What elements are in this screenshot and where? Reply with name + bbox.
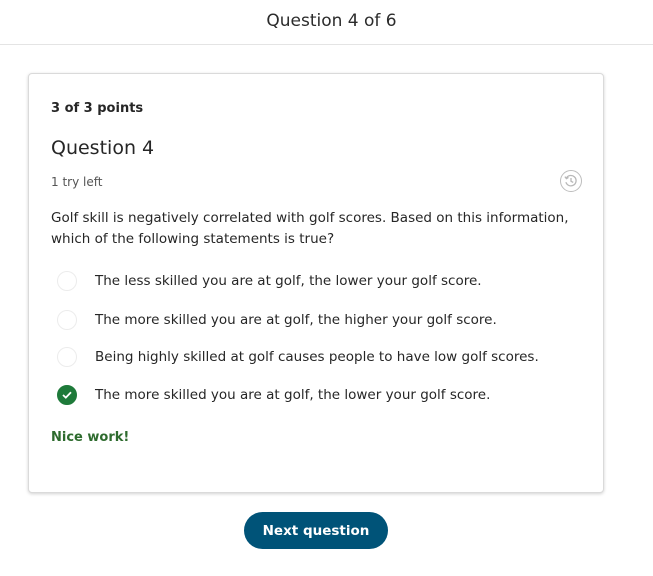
answer-option-4[interactable]: The more skilled you are at golf, the lo… — [57, 384, 567, 406]
answer-option-label: The more skilled you are at golf, the lo… — [95, 387, 491, 403]
question-progress-title: Question 4 of 6 — [266, 11, 397, 31]
question-card: 3 of 3 points Question 4 1 try left Golf… — [28, 73, 604, 493]
tries-left-label: 1 try left — [51, 175, 103, 189]
points-label: 3 of 3 points — [51, 101, 144, 116]
history-icon — [564, 174, 577, 187]
radio-button-selected[interactable] — [57, 385, 77, 405]
question-prompt: Golf skill is negatively correlated with… — [51, 210, 569, 247]
answer-option-label: The more skilled you are at golf, the hi… — [95, 312, 497, 328]
attempt-history-button[interactable] — [560, 170, 582, 192]
radio-button[interactable] — [57, 271, 77, 291]
question-title: Question 4 — [51, 137, 155, 159]
feedback-message: Nice work! — [51, 430, 130, 445]
radio-button[interactable] — [57, 310, 77, 330]
answer-option-1[interactable]: The less skilled you are at golf, the lo… — [57, 270, 567, 292]
answer-option-2[interactable]: The more skilled you are at golf, the hi… — [57, 309, 567, 331]
checkmark-icon — [62, 391, 72, 399]
radio-button[interactable] — [57, 347, 77, 367]
answer-option-label: Being highly skilled at golf causes peop… — [95, 349, 539, 365]
next-question-button[interactable]: Next question — [244, 512, 388, 549]
answer-option-3[interactable]: Being highly skilled at golf causes peop… — [57, 346, 567, 368]
page-header: Question 4 of 6 — [0, 0, 653, 45]
answer-option-label: The less skilled you are at golf, the lo… — [95, 273, 482, 289]
